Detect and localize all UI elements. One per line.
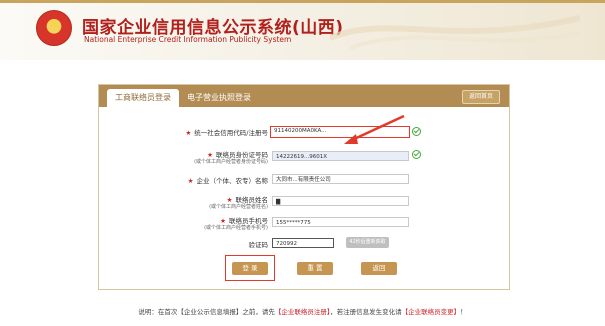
login-button[interactable]: 登 录 <box>232 262 268 275</box>
liaison-id-hint: (或个体工商户经营者身份证号码) <box>194 159 268 165</box>
site-header: ★ 国家企业信用信息公示系统(山西) National Enterprise C… <box>0 0 605 60</box>
liaison-change-link[interactable]: 【企业联络员变更】 <box>402 308 461 316</box>
footer-suffix: ！ <box>460 308 467 316</box>
company-name-input[interactable]: 大同市...有限责任公司 <box>272 174 409 184</box>
liaison-register-link[interactable]: 【企业联络员注册】 <box>275 308 330 316</box>
captcha-label: 验证码 <box>248 241 269 249</box>
liaison-name-hint: (或个体工商户经营者姓名) <box>209 204 268 210</box>
footer-prefix: 说明：在首次【企业公示信息填报】之前，请先 <box>138 308 275 316</box>
annotation-arrow <box>344 114 405 144</box>
liaison-id-valid-icon <box>412 150 421 159</box>
tab-bar: 工商联络员登录 电子营业执照登录 返回首页 <box>99 85 509 107</box>
credit-code-label: ★ 统一社会信用代码/注册号 <box>185 129 268 137</box>
back-button[interactable]: 返回 <box>361 262 397 275</box>
tab-e-license-login[interactable]: 电子营业执照登录 <box>187 89 251 107</box>
liaison-phone-input[interactable]: 155*****775 <box>272 217 409 227</box>
back-home-button[interactable]: 返回首页 <box>461 90 500 104</box>
company-name-label: ★ 企业（个体、农专）名称 <box>187 177 268 185</box>
captcha-input[interactable]: 720992 <box>272 238 334 248</box>
header-wave-decoration <box>330 15 580 50</box>
tab-liaison-login[interactable]: 工商联络员登录 <box>107 89 179 107</box>
reset-button[interactable]: 重 置 <box>297 262 333 275</box>
login-panel: 工商联络员登录 电子营业执照登录 返回首页 <box>98 84 510 290</box>
header-gold-line <box>0 0 605 3</box>
footer-note: 说明：在首次【企业公示信息填报】之前，请先【企业联络员注册】，若注册信息发生变化… <box>0 306 605 316</box>
liaison-name-input[interactable]: ▇ <box>272 196 409 206</box>
liaison-phone-hint: (或个体工商户经营者手机号) <box>204 225 268 231</box>
site-subtitle: National Enterprise Credit Information P… <box>84 35 292 44</box>
sms-resend-button[interactable]: 42秒后重新获取 <box>346 237 389 248</box>
footer-middle: ，若注册信息发生变化请 <box>330 308 402 316</box>
national-emblem-icon: ★ <box>36 10 72 46</box>
credit-code-valid-icon <box>412 127 421 136</box>
liaison-id-input[interactable]: 14222619...9601X <box>272 151 409 161</box>
